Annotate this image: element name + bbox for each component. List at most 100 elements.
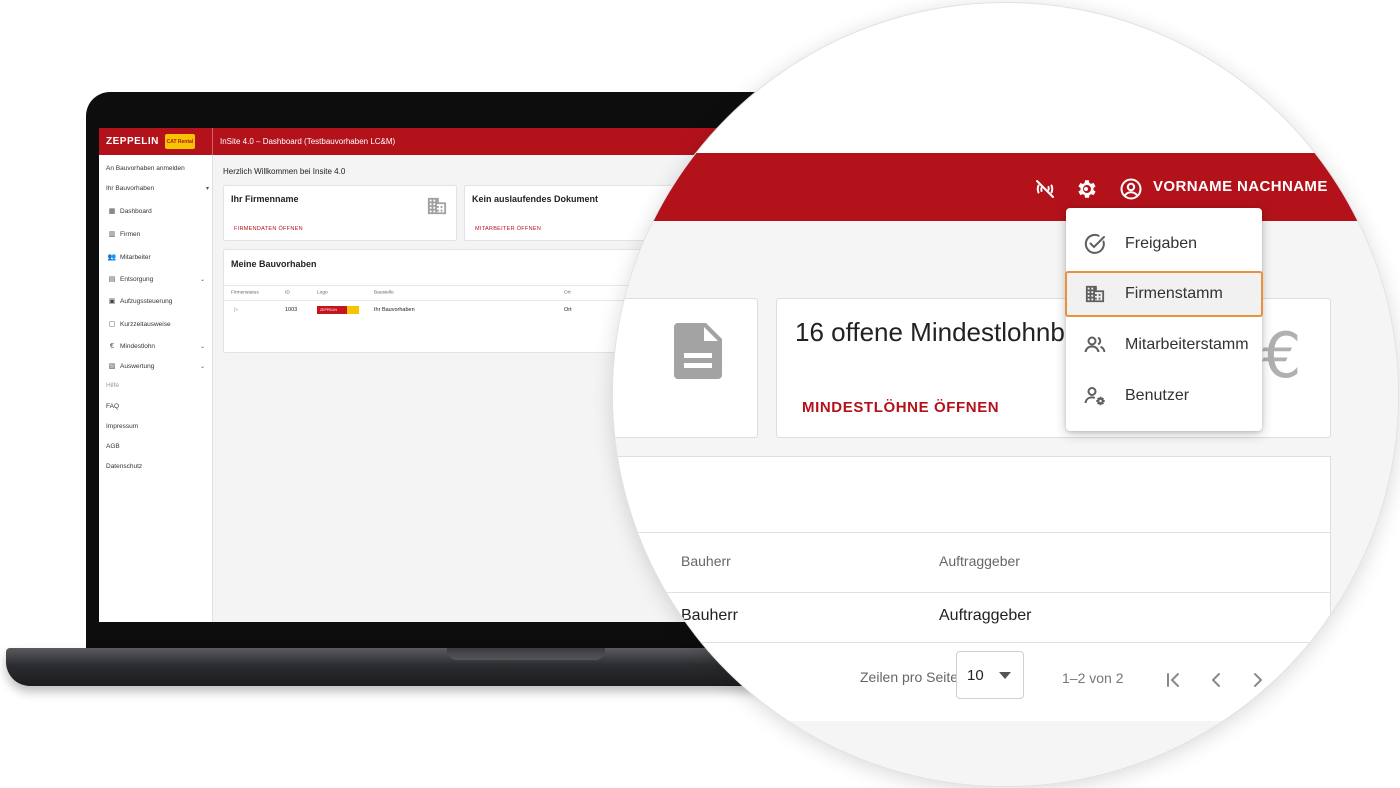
user-settings-icon: [1083, 384, 1107, 408]
firmendaten-link[interactable]: FIRMENDATEN ÖFFNEN: [234, 226, 303, 232]
chevron-down-icon: ⌄: [200, 276, 206, 283]
chart-icon: ▧: [108, 363, 116, 370]
menu-item-label: Mitarbeiterstamm: [1125, 336, 1249, 353]
project-ort: Ort: [564, 306, 572, 313]
sidebar-item-label: Aufzugssteuerung: [120, 297, 173, 305]
people-icon: [1083, 333, 1107, 357]
app-header: ZEPPELIN CAT Rental InSite 4.0 – Dashboa…: [99, 128, 779, 155]
column-header-auftraggeber[interactable]: Auftraggeber: [939, 553, 1020, 569]
menu-item-firmenstamm[interactable]: Firmenstamm: [1065, 271, 1263, 317]
account-circle-icon[interactable]: [1118, 176, 1144, 202]
sidebar-item-label: Mitarbeiter: [120, 253, 151, 261]
sidebar-item-anmelden[interactable]: An Bauvorhaben anmelden: [106, 165, 185, 172]
welcome-heading: Herzlich Willkommen bei Insite 4.0: [223, 167, 346, 176]
brand-logo[interactable]: ZEPPELIN CAT Rental: [99, 128, 213, 155]
badge-icon: ▢: [108, 321, 116, 328]
building-icon: [426, 196, 448, 221]
mitarbeiter-link[interactable]: MITARBEITER ÖFFNEN: [475, 226, 541, 232]
pagination-range: 1–2 von 2: [1062, 670, 1124, 686]
menu-item-freigaben[interactable]: Freigaben: [1066, 222, 1262, 266]
caret-down-icon: [999, 672, 1011, 679]
company-logo: ZEPPELIN: [317, 305, 359, 314]
sidebar-item-agb[interactable]: AGB: [106, 443, 120, 450]
sidebar-item-firmen[interactable]: ▥ Firmen: [108, 230, 141, 239]
sidebar-item-aufzugssteuerung[interactable]: ▣ Aufzugssteuerung: [108, 297, 173, 306]
sidebar-item-mitarbeiter[interactable]: 👥 Mitarbeiter: [107, 253, 151, 262]
next-page-icon[interactable]: [1245, 667, 1271, 693]
chevron-down-icon: ▾: [206, 186, 210, 192]
table-divider: [613, 532, 1331, 533]
sidebar-item-mindestlohn[interactable]: € Mindestlohn ⌄: [108, 342, 205, 350]
building-icon: ▥: [108, 231, 116, 238]
rows-per-page-select[interactable]: 10: [956, 651, 1024, 699]
rental-badge: CAT Rental: [164, 134, 195, 149]
projects-table-header: Firmenstatus ID Logo Baustelle Ort: [224, 285, 673, 299]
euro-icon: €: [110, 342, 114, 350]
sidebar-item-dashboard[interactable]: ▦ Dashboard: [108, 207, 152, 216]
menu-item-benutzer[interactable]: Benutzer: [1066, 374, 1262, 418]
company-logo-text: ZEPPELIN: [320, 307, 337, 312]
wifi-off-icon[interactable]: [1032, 176, 1058, 202]
chevron-down-icon: ⌄: [200, 343, 206, 350]
sidebar-item-label: An Bauvorhaben anmelden: [106, 165, 185, 172]
mindestloehne-link[interactable]: MINDESTLÖHNE ÖFFNEN: [802, 399, 999, 416]
sidebar-item-kurzzeitausweise[interactable]: ▢ Kurzzeitausweise: [108, 320, 171, 329]
sidebar-item-label: Impressum: [106, 423, 139, 430]
sidebar-item-label: Mindestlohn: [120, 342, 156, 350]
sidebar-item-faq[interactable]: FAQ: [106, 403, 119, 410]
sidebar-section-label: Hilfe: [106, 382, 120, 389]
column-header-bauherr[interactable]: Bauherr: [681, 553, 731, 569]
menu-item-label: Benutzer: [1125, 387, 1190, 404]
check-circle-icon: [1083, 232, 1107, 256]
column-header: Logo: [317, 290, 328, 295]
sidebar-item-label: Firmen: [120, 230, 141, 238]
people-icon: 👥: [107, 254, 117, 261]
dashboard-icon: ▦: [108, 208, 116, 215]
chevron-down-icon: ⌄: [200, 363, 206, 370]
company-card-title: Ihr Firmenname: [231, 194, 299, 204]
projects-card: Meine Bauvorhaben Firmenstatus ID Logo B…: [223, 249, 674, 353]
column-header[interactable]: Baustelle: [374, 290, 394, 295]
sidebar-item-label: Datenschutz: [106, 463, 143, 470]
column-header[interactable]: Firmenstatus: [231, 290, 259, 295]
first-page-icon[interactable]: [1161, 667, 1187, 693]
brand-name: ZEPPELIN: [106, 136, 159, 147]
laptop-notch: [447, 648, 605, 660]
documents-card-title: Kein auslaufendes Dokument: [472, 194, 599, 204]
user-name[interactable]: VORNAME NACHNAME: [1153, 178, 1328, 195]
menu-item-mitarbeiterstamm[interactable]: Mitarbeiterstamm: [1066, 323, 1262, 367]
elevator-icon: ▣: [108, 298, 116, 305]
sidebar: An Bauvorhaben anmelden Ihr Bauvorhaben …: [99, 155, 213, 622]
sidebar-item-entsorgung[interactable]: ▤ Entsorgung ⌄: [108, 275, 205, 284]
column-header[interactable]: Ort: [564, 290, 571, 295]
settings-dropdown-menu: Freigaben Firmenstamm Mitarbeiterstamm B…: [1065, 208, 1263, 431]
sidebar-item-ihr-bauvorhaben[interactable]: Ihr Bauvorhaben ▾: [106, 185, 209, 192]
table-divider: [613, 592, 1331, 593]
prev-page-icon[interactable]: [1203, 667, 1229, 693]
sidebar-item-label: AGB: [106, 443, 120, 450]
sidebar-item-label: Kurzzeitausweise: [120, 320, 171, 328]
company-card: Ihr Firmenname FIRMENDATEN ÖFFNEN: [223, 185, 457, 241]
app-title: InSite 4.0 – Dashboard (Testbauvorhaben …: [220, 137, 396, 146]
table-divider: [613, 642, 1331, 643]
table-row[interactable]: ▷ 1003 ZEPPELIN Ihr Bauvorhaben Ort: [224, 300, 673, 318]
euro-icon: €: [1262, 319, 1302, 392]
sidebar-item-impressum[interactable]: Impressum: [106, 423, 138, 430]
document-card: [613, 298, 758, 438]
rows-per-page-label: Zeilen pro Seite: [860, 669, 959, 685]
menu-item-label: Firmenstamm: [1125, 285, 1223, 302]
sidebar-item-auswertung[interactable]: ▧ Auswertung ⌄: [108, 362, 205, 371]
gear-icon[interactable]: [1073, 176, 1099, 202]
sidebar-section-hilfe: Hilfe: [106, 382, 119, 389]
column-header[interactable]: ID: [285, 290, 290, 295]
document-icon: [674, 323, 722, 384]
sidebar-item-datenschutz[interactable]: Datenschutz: [106, 463, 142, 470]
sidebar-item-label: Dashboard: [120, 207, 152, 215]
building-icon: [1083, 282, 1107, 306]
cell-auftraggeber: Auftraggeber: [939, 607, 1032, 624]
project-id: 1003: [285, 306, 298, 313]
rows-per-page-value: 10: [967, 667, 984, 684]
sidebar-item-label: Entsorgung: [120, 275, 154, 283]
menu-item-label: Freigaben: [1125, 235, 1198, 252]
expand-arrow-icon[interactable]: ▷: [234, 307, 238, 313]
